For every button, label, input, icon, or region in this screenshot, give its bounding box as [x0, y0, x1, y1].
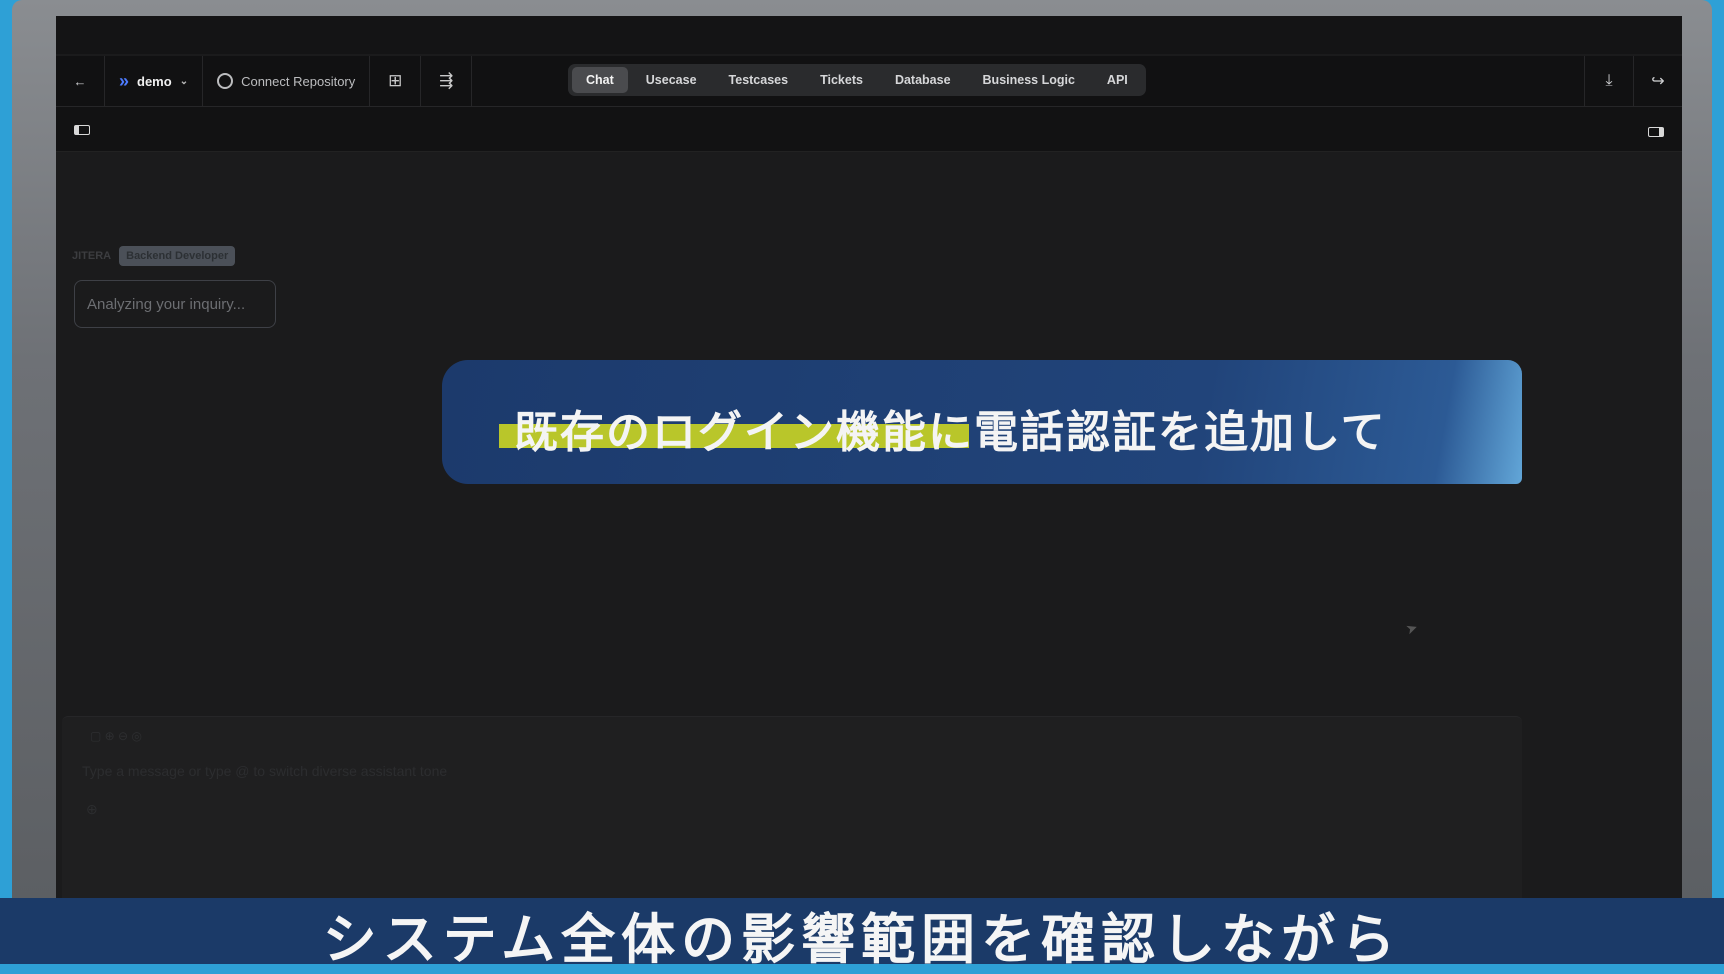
toggle-left-panel-icon[interactable] [74, 125, 90, 135]
tab-testcases[interactable]: Testcases [715, 67, 803, 93]
tab-database[interactable]: Database [881, 67, 965, 93]
toggle-right-panel-icon[interactable] [1648, 127, 1664, 137]
mouse-cursor-icon: ➤ [1403, 618, 1420, 638]
connect-repository-label: Connect Repository [241, 73, 356, 89]
arrow-left-icon: ← [73, 73, 87, 89]
jira-icon: ⇶ [439, 71, 454, 90]
chevron-down-icon: ⌄ [179, 75, 189, 87]
caption-rest-text: に電話認証を追加して [928, 407, 1387, 458]
figma-button[interactable]: ⊞ [370, 56, 422, 106]
caption-highlighted-text: 既存のログイン機能 [514, 407, 928, 458]
github-icon [217, 73, 234, 89]
top-toolbar: ← » demo ⌄ Connect Repository ⊞ ⇶ Chat U… [56, 56, 1682, 107]
tab-api[interactable]: API [1093, 67, 1142, 93]
toolbar-actions: ⤓ ↪ [1584, 56, 1682, 106]
caption-banner: 既存のログイン機能に電話認証を追加して [442, 360, 1522, 484]
caption-text: 既存のログイン機能に電話認証を追加して [514, 396, 1387, 460]
download-icon: ⤓ [1605, 72, 1613, 89]
project-name: demo [137, 73, 172, 89]
agent-name: JITERA [72, 250, 112, 262]
panel-bar [56, 107, 1682, 152]
connect-repository-button[interactable]: Connect Repository [203, 56, 371, 106]
message-input[interactable]: Type a message or type @ to switch diver… [82, 763, 447, 779]
agent-header: JITERA Backend Developer [72, 246, 236, 266]
subtitle-text: システム全体の影響範囲を確認しながら [322, 907, 1402, 971]
share-button[interactable]: ↪ [1633, 56, 1682, 106]
agent-role-badge: Backend Developer [119, 246, 236, 266]
composer-tools: ▢ ⊕ ⊖ ◎ [90, 729, 142, 743]
download-button[interactable]: ⤓ [1584, 56, 1633, 106]
tab-tickets[interactable]: Tickets [806, 67, 877, 93]
project-switcher[interactable]: » demo ⌄ [105, 56, 204, 106]
tab-business-logic[interactable]: Business Logic [969, 67, 1089, 93]
jitera-logo-icon: » [119, 70, 129, 91]
status-message-bubble: Analyzing your inquiry... [74, 280, 276, 328]
tab-chat[interactable]: Chat [572, 67, 628, 93]
tab-usecase[interactable]: Usecase [632, 67, 711, 93]
figma-icon: ⊞ [388, 71, 403, 90]
attach-icon[interactable]: ⊕ [86, 801, 98, 818]
back-button[interactable]: ← [56, 56, 105, 106]
share-icon: ↪ [1651, 73, 1665, 90]
jira-button[interactable]: ⇶ [421, 56, 473, 106]
screen-top-edge [56, 16, 1682, 54]
message-composer[interactable]: ▢ ⊕ ⊖ ◎ Type a message or type @ to swit… [62, 716, 1522, 900]
subtitle-bar: システム全体の影響範囲を確認しながら [0, 898, 1724, 971]
view-tabs: Chat Usecase Testcases Tickets Database … [568, 64, 1146, 96]
